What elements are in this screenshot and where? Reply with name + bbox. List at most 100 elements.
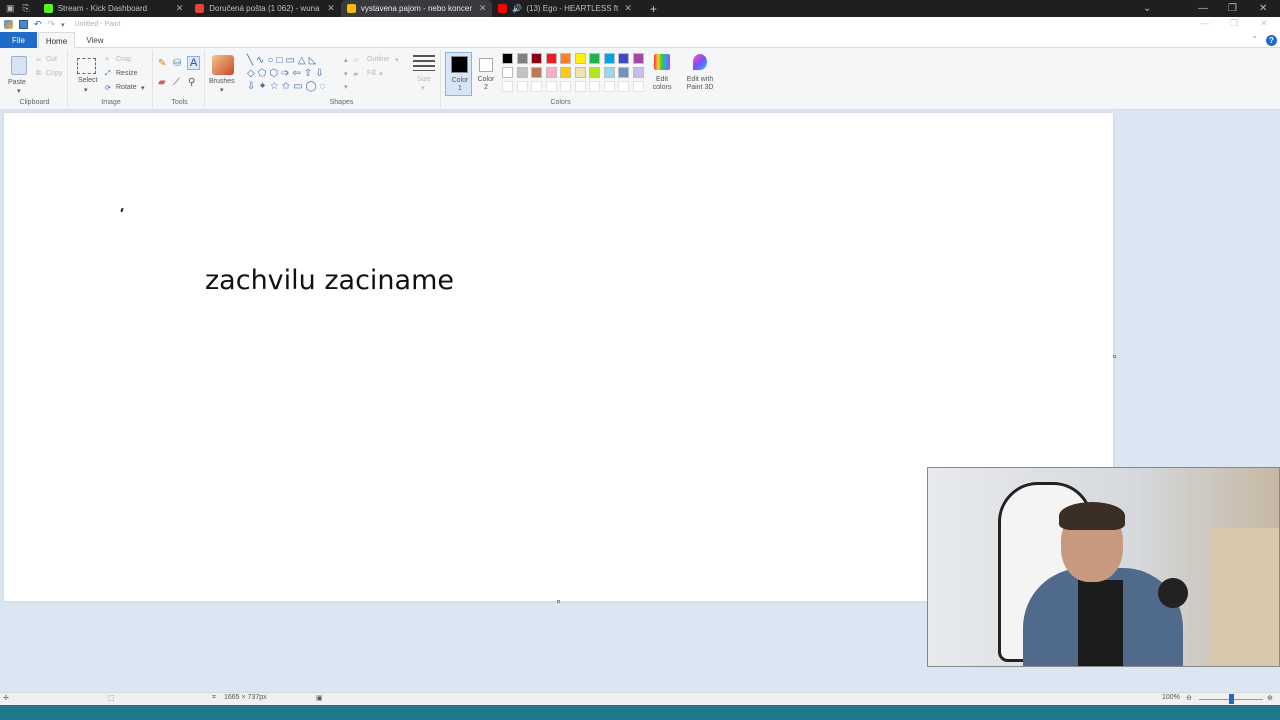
outline-button[interactable]: Outline [367, 56, 389, 63]
palette-swatch[interactable] [618, 67, 629, 78]
image-group: Select ▾ ⌗ Crop ⤢ Resize ⟳ Rotate ▾ Imag… [70, 50, 153, 108]
edit-colors-button[interactable]: Edit colors [648, 52, 676, 96]
close-tab-icon[interactable]: ✕ [327, 3, 335, 14]
size-button[interactable]: Size ▾ [410, 52, 438, 92]
custom-color-slot[interactable] [502, 81, 513, 92]
customize-qa-icon[interactable]: ▾ [61, 21, 65, 29]
palette-swatch[interactable] [531, 53, 542, 64]
color1-swatch [451, 56, 468, 73]
custom-color-slot[interactable] [632, 81, 644, 92]
canvas-resize-handle-bottom[interactable] [557, 600, 560, 603]
zoom-out-icon[interactable]: ⊖ [1186, 694, 1192, 702]
custom-color-slot[interactable] [603, 81, 615, 92]
palette-swatch[interactable] [589, 53, 600, 64]
rotate-button[interactable]: Rotate [116, 84, 137, 91]
size-dropdown-icon[interactable]: ▾ [421, 84, 425, 92]
cut-button[interactable]: Cut [46, 56, 57, 63]
palette-swatch[interactable] [632, 53, 644, 64]
select-button[interactable]: Select ▾ [75, 56, 99, 94]
palette-swatch[interactable] [560, 53, 571, 64]
palette-swatch[interactable] [502, 53, 513, 64]
color-picker-icon[interactable]: ⟋ [173, 77, 180, 88]
brushes-dropdown-icon[interactable]: ▾ [220, 86, 224, 94]
palette-swatch[interactable] [502, 67, 513, 78]
paint-restore-icon[interactable]: ❐ [1230, 18, 1238, 29]
zoom-slider-thumb[interactable] [1229, 694, 1234, 704]
tab-search-icon[interactable]: ⌄ [1143, 3, 1151, 14]
fill-dropdown-icon[interactable]: ▾ [379, 70, 383, 78]
shapes-scroll-icon[interactable]: ▴ [344, 56, 348, 64]
paint-minimize-icon[interactable]: — [1200, 18, 1209, 28]
custom-color-slot[interactable] [589, 81, 600, 92]
palette-swatch[interactable] [603, 67, 615, 78]
restore-icon[interactable]: ❐ [1228, 3, 1237, 14]
resize-button[interactable]: Resize [116, 70, 137, 77]
eraser-icon[interactable]: ▰ [158, 77, 166, 88]
palette-swatch[interactable] [603, 53, 615, 64]
custom-color-slot[interactable] [531, 81, 542, 92]
rotate-dropdown-icon[interactable]: ▾ [141, 84, 145, 92]
zoom-in-icon[interactable]: ⊕ [1267, 694, 1273, 702]
crop-button[interactable]: Crop [116, 56, 131, 63]
palette-swatch[interactable] [574, 53, 586, 64]
color1-button[interactable]: Color 1 [445, 52, 472, 96]
tab-view[interactable]: View [80, 32, 110, 48]
fill-button[interactable]: Fill [367, 70, 376, 77]
tab-home[interactable]: Home [38, 32, 75, 49]
fill-icon[interactable]: ⛁ [173, 58, 181, 69]
palette-swatch[interactable] [632, 67, 644, 78]
select-dropdown-icon[interactable]: ▾ [84, 86, 88, 94]
custom-color-slot[interactable] [560, 81, 571, 92]
palette-swatch[interactable] [574, 67, 586, 78]
palette-swatch[interactable] [531, 67, 542, 78]
color2-button[interactable]: Color 2 [474, 52, 499, 96]
canvas-resize-handle-right[interactable] [1113, 355, 1116, 358]
copy-button[interactable]: Copy [46, 70, 62, 77]
help-icon[interactable]: ? [1266, 35, 1277, 46]
magnifier-icon[interactable]: ⚲ [188, 77, 195, 88]
minimize-icon[interactable]: — [1198, 3, 1208, 14]
palette-swatch[interactable] [618, 53, 629, 64]
palette-swatch[interactable] [545, 67, 557, 78]
edit-paint3d-button[interactable]: Edit with Paint 3D [682, 52, 718, 96]
paste-dropdown-icon[interactable]: ▾ [17, 87, 21, 95]
close-tab-icon[interactable]: ✕ [479, 3, 487, 14]
custom-color-slot[interactable] [618, 81, 629, 92]
tab-file[interactable]: File [0, 32, 37, 48]
text-icon[interactable]: A [187, 56, 201, 70]
brushes-button[interactable]: Brushes ▾ [207, 54, 239, 94]
paste-button[interactable]: Paste ▾ [8, 54, 30, 95]
custom-color-slot[interactable] [516, 81, 528, 92]
new-tab-button[interactable]: + [650, 2, 657, 16]
browser-tab-gmail[interactable]: Doručená pošta (1 062) - wuna ✕ [189, 0, 341, 17]
cursor-position-icon: ✛ [3, 695, 9, 702]
palette-swatch[interactable] [560, 67, 571, 78]
shapes-gallery[interactable]: ╲∿○□▭△◺ ◇⬠⬡➩⇦⇧⇩ ⇩✦☆✩▭◯◌ [247, 54, 343, 94]
shapes-scroll-down-icon[interactable]: ▾ [344, 70, 348, 78]
collapse-ribbon-icon[interactable]: ⌃ [1251, 35, 1258, 44]
close-window-icon[interactable]: ✕ [1259, 3, 1267, 14]
outline-dropdown-icon[interactable]: ▾ [395, 56, 399, 64]
close-tab-icon[interactable]: ✕ [176, 3, 184, 14]
speaker-icon[interactable]: 🔊 [512, 4, 522, 13]
palette-swatch[interactable] [545, 53, 557, 64]
browser-tab-active[interactable]: vystavena pajom - nebo koncer ✕ [340, 0, 493, 17]
save-icon[interactable] [19, 20, 28, 29]
pencil-icon[interactable]: ✎ [158, 58, 166, 69]
palette-swatch[interactable] [516, 53, 528, 64]
canvas-text: zachvilu zaciname [205, 265, 454, 296]
undo-icon[interactable]: ↶ [34, 19, 42, 30]
size-icon [413, 55, 435, 71]
paint-close-icon[interactable]: ✕ [1260, 18, 1268, 29]
custom-color-slot[interactable] [574, 81, 586, 92]
shapes-more-icon[interactable]: ▾ [344, 83, 348, 91]
browser-tab-youtube[interactable]: 🔊 (13) Ego - HEARTLESS ft. St ✕ [492, 0, 638, 17]
redo-icon[interactable]: ↷ [48, 19, 56, 30]
browser-menu-icon[interactable]: ▣ [6, 3, 15, 14]
close-tab-icon[interactable]: ✕ [624, 3, 632, 14]
browser-tab-list-icon[interactable]: ⎘ [23, 3, 30, 14]
browser-tab-kick[interactable]: Stream - Kick Dashboard ✕ [38, 0, 190, 17]
palette-swatch[interactable] [516, 67, 528, 78]
palette-swatch[interactable] [589, 67, 600, 78]
custom-color-slot[interactable] [545, 81, 557, 92]
